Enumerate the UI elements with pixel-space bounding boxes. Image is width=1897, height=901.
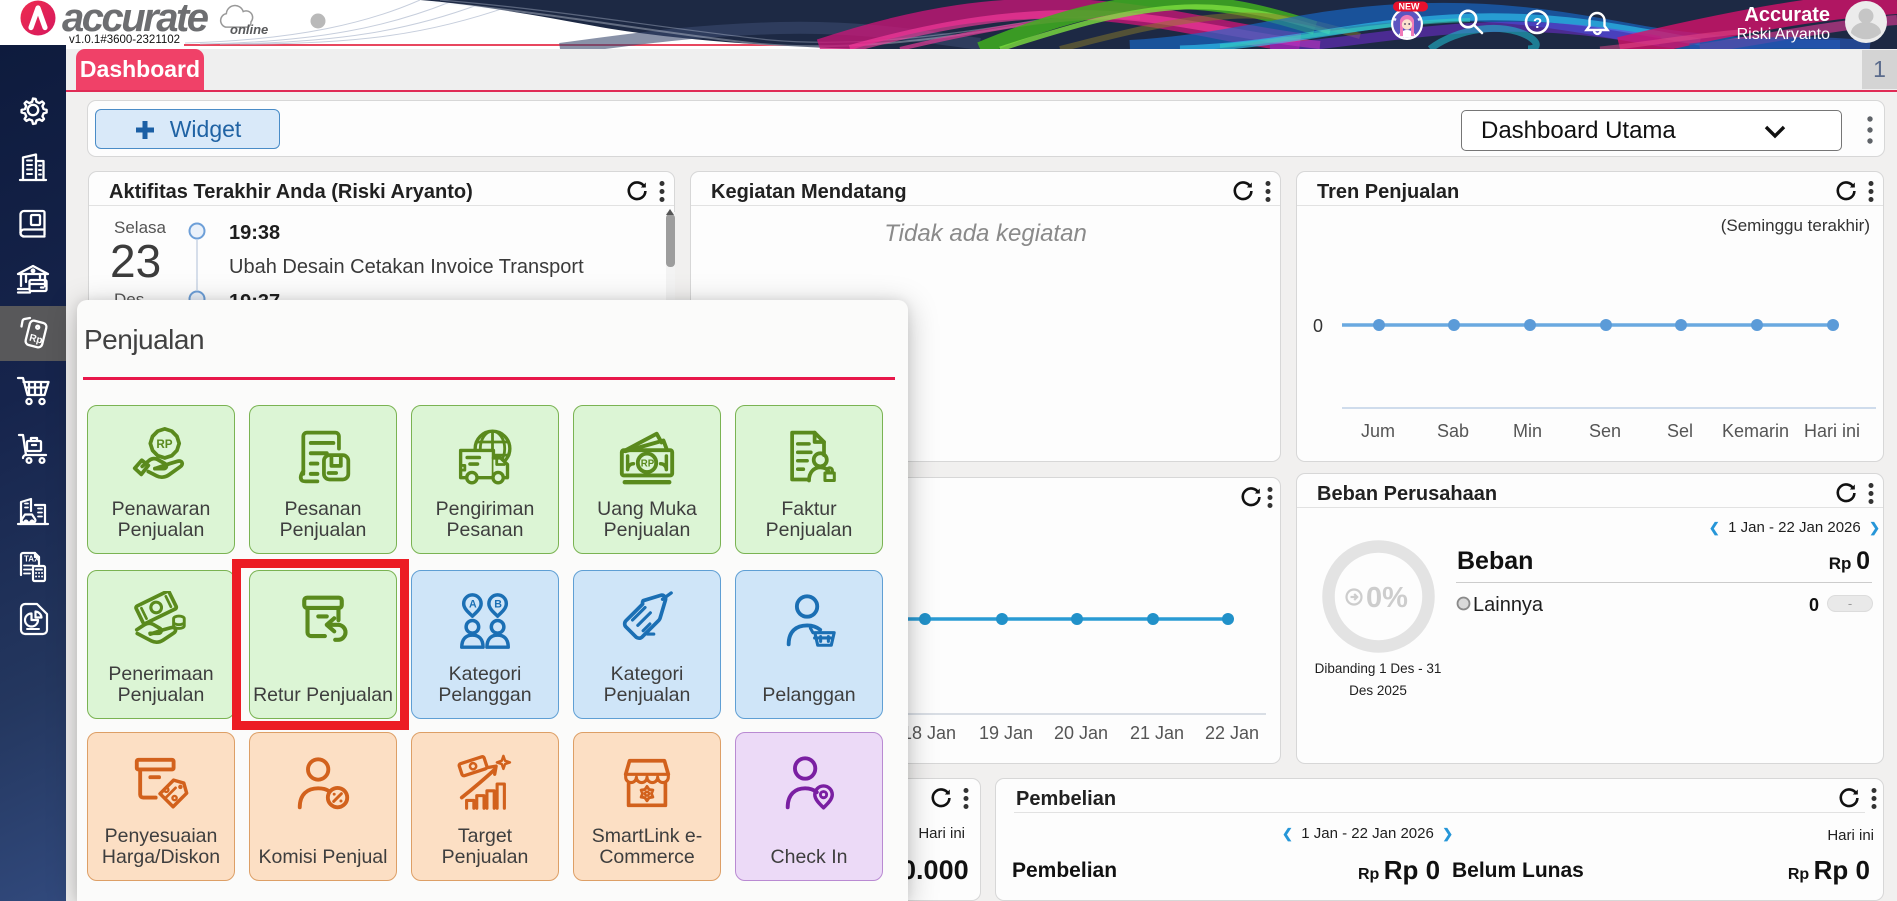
- svg-text:B: B: [494, 598, 502, 610]
- svg-text:0%: 0%: [1366, 582, 1408, 614]
- svg-text:TAX: TAX: [24, 555, 40, 564]
- svg-text:RP: RP: [156, 438, 172, 451]
- svg-text:0: 0: [1313, 316, 1323, 336]
- svg-text:NEW: NEW: [1399, 2, 1421, 12]
- svg-text:RP: RP: [641, 459, 655, 470]
- svg-text:?: ?: [1533, 15, 1542, 32]
- svg-text:A: A: [469, 598, 477, 610]
